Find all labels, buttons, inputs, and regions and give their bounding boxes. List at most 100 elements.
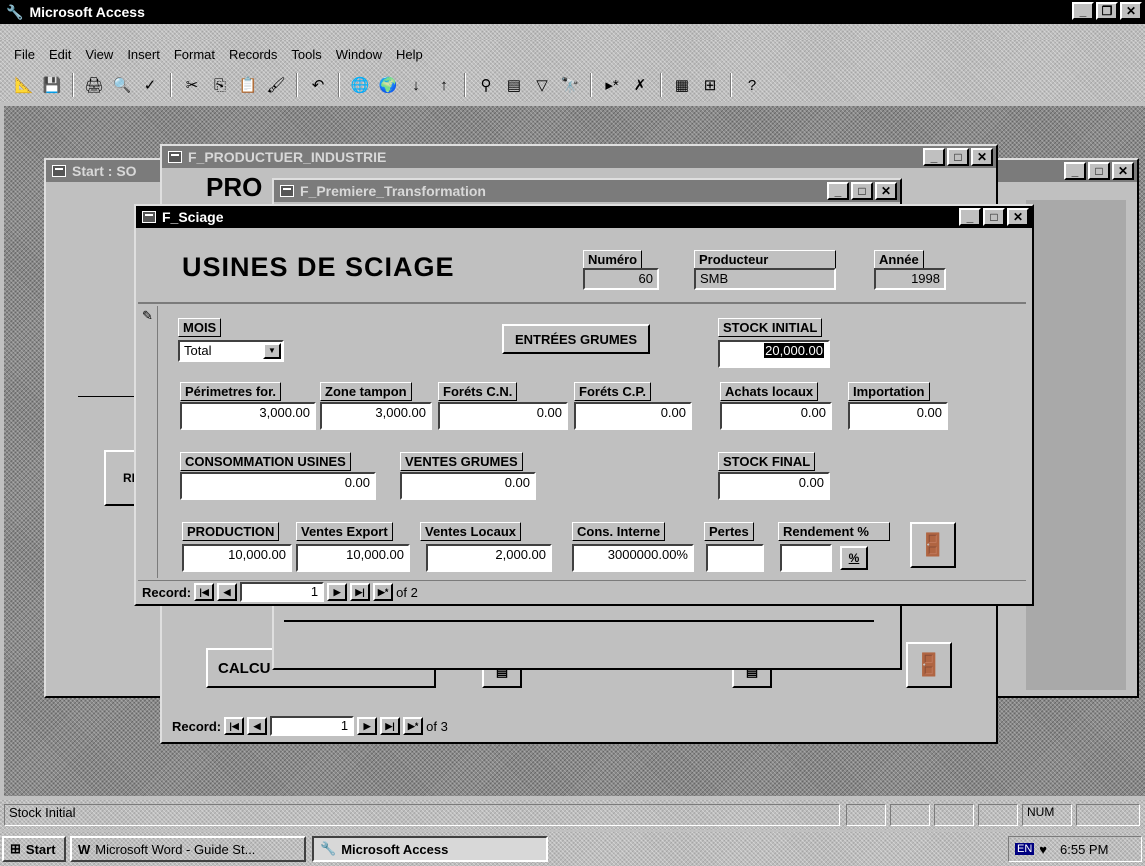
web-toolbar-icon[interactable]: 🌍 <box>376 73 400 97</box>
new-record-nav-icon[interactable]: ▶* <box>403 717 424 735</box>
record-number-field[interactable]: 1 <box>240 582 325 602</box>
last-record-icon[interactable]: ▶| <box>350 583 371 601</box>
taskbar-word[interactable]: W Microsoft Word - Guide St... <box>70 836 306 862</box>
network-icon[interactable]: ♥ <box>1039 842 1047 857</box>
previous-record-icon[interactable]: ◀ <box>217 583 238 601</box>
first-record-icon[interactable]: |◀ <box>224 717 245 735</box>
premiere-titlebar[interactable]: F_Premiere_Transformation _ □ ✕ <box>274 180 900 202</box>
apply-filter-icon[interactable]: ▽ <box>530 73 554 97</box>
maximize-icon[interactable]: □ <box>851 182 873 200</box>
close-icon[interactable]: ✕ <box>875 182 897 200</box>
paste-icon[interactable]: 📋 <box>236 73 260 97</box>
spelling-icon[interactable]: ✓ <box>138 73 162 97</box>
maximize-icon[interactable]: □ <box>1088 162 1110 180</box>
menu-insert[interactable]: Insert <box>127 47 160 62</box>
taskbar-access[interactable]: 🔧 Microsoft Access <box>312 836 548 862</box>
new-object-icon[interactable]: ⊞ <box>698 73 722 97</box>
first-record-icon[interactable]: |◀ <box>194 583 215 601</box>
ventes-grumes-field[interactable]: 0.00 <box>400 472 536 500</box>
find-icon[interactable]: 🔭 <box>558 73 582 97</box>
menu-file[interactable]: File <box>14 47 35 62</box>
help-icon[interactable]: ? <box>740 73 764 97</box>
close-icon[interactable]: ✕ <box>1112 162 1134 180</box>
minimize-icon[interactable]: _ <box>923 148 945 166</box>
undo-icon[interactable]: ↶ <box>306 73 330 97</box>
mois-select[interactable]: Total ▼ <box>178 340 284 362</box>
producteur-field[interactable]: SMB <box>694 268 836 290</box>
previous-record-icon[interactable]: ◀ <box>247 717 268 735</box>
pertes-field[interactable] <box>706 544 764 572</box>
status-panel <box>1076 804 1140 826</box>
delete-record-icon[interactable]: ✗ <box>628 73 652 97</box>
exit-button[interactable]: 🚪 <box>910 522 956 568</box>
menu-help[interactable]: Help <box>396 47 423 62</box>
consommation-usines-field[interactable]: 0.00 <box>180 472 376 500</box>
annee-field[interactable]: 1998 <box>874 268 946 290</box>
importation-field[interactable]: 0.00 <box>848 402 948 430</box>
record-selector[interactable]: ✎ <box>138 306 158 578</box>
zone-tampon-field[interactable]: 3,000.00 <box>320 402 432 430</box>
clock[interactable]: 6:55 PM <box>1060 842 1108 857</box>
minimize-icon[interactable]: _ <box>959 208 981 226</box>
language-indicator[interactable]: EN <box>1015 843 1035 855</box>
restore-icon[interactable]: ❐ <box>1096 2 1118 20</box>
exit-button[interactable]: 🚪 <box>906 642 952 688</box>
database-window-icon[interactable]: ▦ <box>670 73 694 97</box>
print-preview-icon[interactable]: 🔍 <box>110 73 134 97</box>
sciage-window[interactable]: F_Sciage _ □ ✕ USINES DE SCIAGE Numéro 6… <box>134 204 1034 606</box>
menu-edit[interactable]: Edit <box>49 47 71 62</box>
filter-by-form-icon[interactable]: ▤ <box>502 73 526 97</box>
percent-button[interactable]: % <box>840 546 868 570</box>
minimize-icon[interactable]: _ <box>827 182 849 200</box>
stock-initial-field[interactable]: 20,000.00 <box>718 340 830 368</box>
production-field[interactable]: 10,000.00 <box>182 544 292 572</box>
toolbar: 📐 💾 🖨 🔍 ✓ ✂ ⎘ 📋 🖌 ↶ 🌐 🌍 ↓ ↑ ⚲ ▤ ▽ 🔭 ▸* ✗… <box>0 68 1145 102</box>
producteur-titlebar[interactable]: F_PRODUCTUER_INDUSTRIE _ □ ✕ <box>162 146 996 168</box>
numero-field[interactable]: 60 <box>583 268 659 290</box>
new-record-icon[interactable]: ▸* <box>600 73 624 97</box>
entrees-grumes-button[interactable]: ENTRÉES GRUMES <box>502 324 650 354</box>
copy-icon[interactable]: ⎘ <box>208 73 232 97</box>
menu-view[interactable]: View <box>85 47 113 62</box>
ventes-locaux-label: Ventes Locaux <box>420 522 522 541</box>
filter-by-selection-icon[interactable]: ⚲ <box>474 73 498 97</box>
maximize-icon[interactable]: □ <box>947 148 969 166</box>
rendement-field[interactable] <box>780 544 832 572</box>
close-icon[interactable]: ✕ <box>1007 208 1029 226</box>
close-icon[interactable]: ✕ <box>971 148 993 166</box>
design-view-icon[interactable]: 📐 <box>12 73 36 97</box>
stock-final-field[interactable]: 0.00 <box>718 472 830 500</box>
cut-icon[interactable]: ✂ <box>180 73 204 97</box>
forets-cn-field[interactable]: 0.00 <box>438 402 568 430</box>
perimetres-field[interactable]: 3,000.00 <box>180 402 316 430</box>
minimize-icon[interactable]: _ <box>1064 162 1086 180</box>
sciage-titlebar[interactable]: F_Sciage _ □ ✕ <box>136 206 1032 228</box>
record-number-field[interactable]: 1 <box>270 716 355 736</box>
minimize-icon[interactable]: _ <box>1072 2 1094 20</box>
menu-records[interactable]: Records <box>229 47 277 62</box>
close-icon[interactable]: ✕ <box>1120 2 1142 20</box>
new-record-nav-icon[interactable]: ▶* <box>373 583 394 601</box>
print-icon[interactable]: 🖨 <box>82 73 106 97</box>
start-button[interactable]: ⊞ Start <box>2 836 66 862</box>
menu-tools[interactable]: Tools <box>291 47 321 62</box>
ventes-export-field[interactable]: 10,000.00 <box>296 544 410 572</box>
producteur-heading: PRO <box>206 172 263 202</box>
format-painter-icon[interactable]: 🖌 <box>264 73 288 97</box>
insert-hyperlink-icon[interactable]: 🌐 <box>348 73 372 97</box>
ventes-locaux-field[interactable]: 2,000.00 <box>426 544 552 572</box>
save-icon[interactable]: 💾 <box>40 73 64 97</box>
forets-cp-field[interactable]: 0.00 <box>574 402 692 430</box>
cons-interne-field[interactable]: 3000000.00% <box>572 544 694 572</box>
achats-locaux-field[interactable]: 0.00 <box>720 402 832 430</box>
menu-window[interactable]: Window <box>336 47 382 62</box>
menu-format[interactable]: Format <box>174 47 215 62</box>
sort-ascending-icon[interactable]: ↓ <box>404 73 428 97</box>
next-record-icon[interactable]: ▶ <box>357 717 378 735</box>
sort-descending-icon[interactable]: ↑ <box>432 73 456 97</box>
maximize-icon[interactable]: □ <box>983 208 1005 226</box>
app-titlebar: 🔧 Microsoft Access _ ❐ ✕ <box>0 0 1145 24</box>
next-record-icon[interactable]: ▶ <box>327 583 348 601</box>
last-record-icon[interactable]: ▶| <box>380 717 401 735</box>
chevron-down-icon[interactable]: ▼ <box>263 343 281 359</box>
